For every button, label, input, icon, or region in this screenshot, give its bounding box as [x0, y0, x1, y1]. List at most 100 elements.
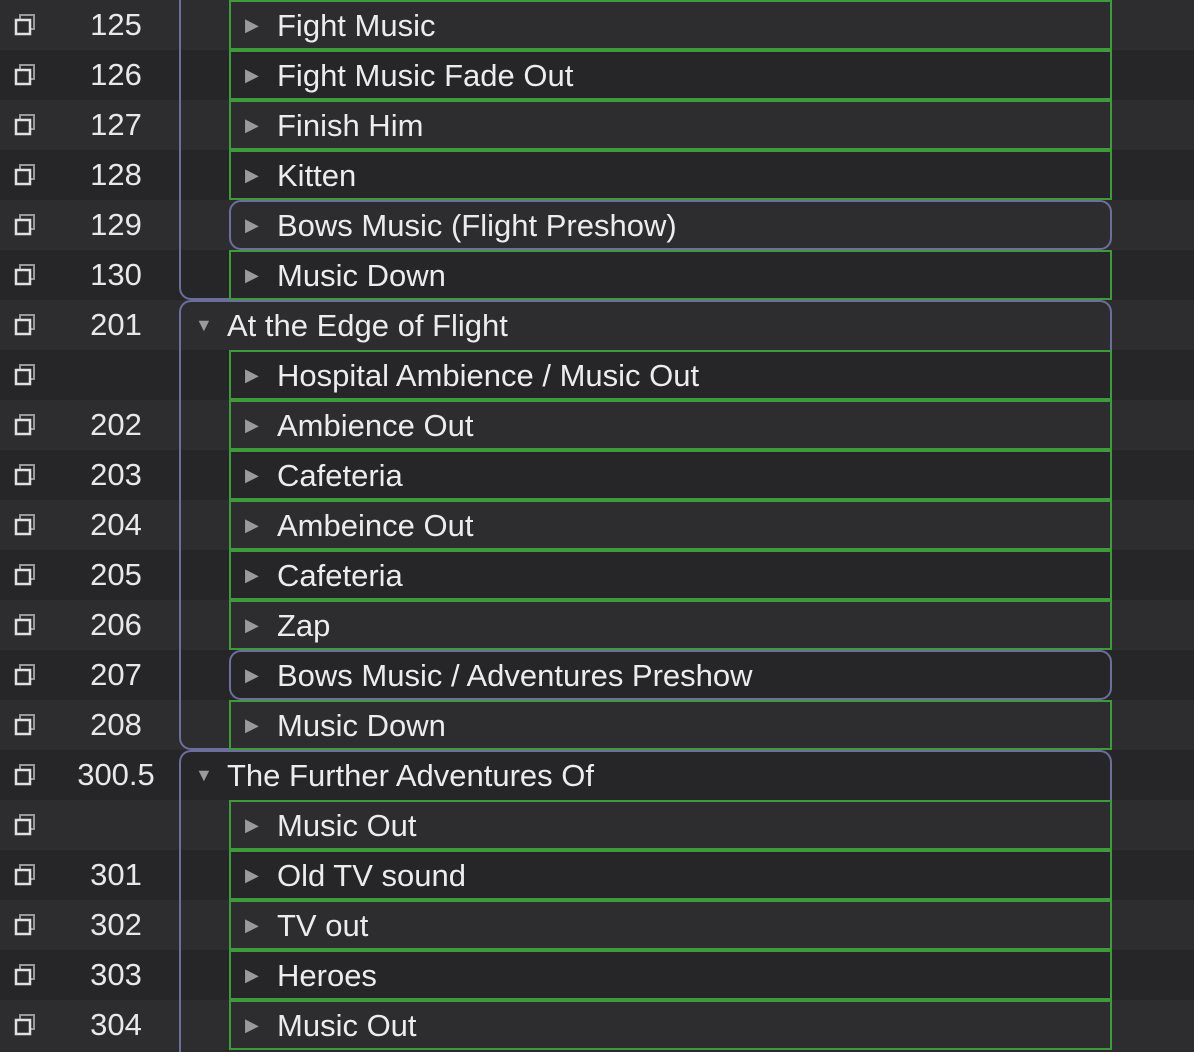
cue-item[interactable]: ▶ Kitten	[229, 150, 1112, 200]
cue-item[interactable]: ▶ Hospital Ambience / Music Out	[229, 350, 1112, 400]
cue-number[interactable]: 301	[60, 850, 172, 900]
cue-row[interactable]: 125 ▶ Fight Music	[0, 0, 1194, 50]
cue-name: Ambeince Out	[277, 508, 474, 543]
cue-row[interactable]: 301 ▶ Old TV sound	[0, 850, 1194, 900]
disclosure-collapsed-icon[interactable]: ▶	[245, 202, 259, 248]
disclosure-collapsed-icon[interactable]: ▶	[245, 352, 259, 398]
cue-row[interactable]: 203 ▶ Cafeteria	[0, 450, 1194, 500]
cue-number[interactable]: 201	[60, 300, 172, 350]
disclosure-collapsed-icon[interactable]: ▶	[245, 52, 259, 98]
disclosure-collapsed-icon[interactable]: ▶	[245, 502, 259, 548]
cue-number[interactable]: 126	[60, 50, 172, 100]
cue-row[interactable]: 303 ▶ Heroes	[0, 950, 1194, 1000]
cue-row[interactable]: 204 ▶ Ambeince Out	[0, 500, 1194, 550]
cue-row[interactable]: 205 ▶ Cafeteria	[0, 550, 1194, 600]
cue-number[interactable]: 128	[60, 150, 172, 200]
cue-number[interactable]	[60, 800, 172, 850]
group-cue-icon	[14, 514, 36, 536]
cue-row[interactable]: 300.5 ▼ The Further Adventures Of	[0, 750, 1194, 800]
cue-name: Music Out	[277, 808, 417, 843]
cue-number[interactable]: 302	[60, 900, 172, 950]
disclosure-collapsed-icon[interactable]: ▶	[245, 902, 259, 948]
cue-item[interactable]: ▶ Music Down	[229, 700, 1112, 750]
cue-number[interactable]: 205	[60, 550, 172, 600]
cue-row[interactable]: 206 ▶ Zap	[0, 600, 1194, 650]
group-cue-icon	[14, 964, 36, 986]
cue-row[interactable]: 304 ▶ Music Out	[0, 1000, 1194, 1050]
group-cue-icon	[14, 314, 36, 336]
cue-item[interactable]: ▶ Fight Music	[229, 0, 1112, 50]
group-cue-header[interactable]: ▼ At the Edge of Flight	[179, 300, 1112, 350]
disclosure-collapsed-icon[interactable]: ▶	[245, 1002, 259, 1048]
disclosure-collapsed-icon[interactable]: ▶	[245, 2, 259, 48]
cue-item[interactable]: ▶ Ambeince Out	[229, 500, 1112, 550]
group-cue-icon	[14, 14, 36, 36]
cue-name: Fight Music Fade Out	[277, 58, 574, 93]
cue-item[interactable]: ▶ Zap	[229, 600, 1112, 650]
disclosure-collapsed-icon[interactable]: ▶	[245, 852, 259, 898]
disclosure-collapsed-icon[interactable]: ▶	[245, 652, 259, 698]
cue-number[interactable]: 125	[60, 0, 172, 50]
cue-number[interactable]: 303	[60, 950, 172, 1000]
cue-number[interactable]: 129	[60, 200, 172, 250]
cue-row[interactable]: 208 ▶ Music Down	[0, 700, 1194, 750]
disclosure-collapsed-icon[interactable]: ▶	[245, 252, 259, 298]
disclosure-collapsed-icon[interactable]: ▶	[245, 802, 259, 848]
disclosure-expanded-icon[interactable]: ▼	[195, 752, 213, 798]
group-cue-icon	[14, 214, 36, 236]
disclosure-collapsed-icon[interactable]: ▶	[245, 552, 259, 598]
cue-row[interactable]: 201 ▼ At the Edge of Flight	[0, 300, 1194, 350]
cue-item[interactable]: ▶ Cafeteria	[229, 550, 1112, 600]
disclosure-collapsed-icon[interactable]: ▶	[245, 452, 259, 498]
cue-row[interactable]: ▶ Music Out	[0, 800, 1194, 850]
cue-row[interactable]: 128 ▶ Kitten	[0, 150, 1194, 200]
disclosure-collapsed-icon[interactable]: ▶	[245, 152, 259, 198]
cue-item[interactable]: ▶ Finish Him	[229, 100, 1112, 150]
cue-row[interactable]: 126 ▶ Fight Music Fade Out	[0, 50, 1194, 100]
disclosure-expanded-icon[interactable]: ▼	[195, 302, 213, 348]
cue-row[interactable]: ▶ Hospital Ambience / Music Out	[0, 350, 1194, 400]
cue-row[interactable]: 202 ▶ Ambience Out	[0, 400, 1194, 450]
cue-name: Kitten	[277, 158, 357, 193]
disclosure-collapsed-icon[interactable]: ▶	[245, 952, 259, 998]
cue-number[interactable]: 202	[60, 400, 172, 450]
cue-item[interactable]: ▶ Music Down	[229, 250, 1112, 300]
cue-number[interactable]: 208	[60, 700, 172, 750]
cue-item[interactable]: ▶ Music Out	[229, 800, 1112, 850]
cue-item[interactable]: ▶ Ambience Out	[229, 400, 1112, 450]
cue-number[interactable]: 204	[60, 500, 172, 550]
cue-row[interactable]: 129 ▶ Bows Music (Flight Preshow)	[0, 200, 1194, 250]
group-cue-icon	[14, 764, 36, 786]
cue-number[interactable]: 207	[60, 650, 172, 700]
group-cue-icon	[14, 1014, 36, 1036]
disclosure-collapsed-icon[interactable]: ▶	[245, 702, 259, 748]
cue-name: Cafeteria	[277, 558, 403, 593]
cue-item[interactable]: ▶ Heroes	[229, 950, 1112, 1000]
cue-item[interactable]: ▶ TV out	[229, 900, 1112, 950]
group-cue-icon	[14, 864, 36, 886]
cue-row[interactable]: 207 ▶ Bows Music / Adventures Preshow	[0, 650, 1194, 700]
cue-number[interactable]	[60, 350, 172, 400]
cue-number[interactable]: 206	[60, 600, 172, 650]
cue-number[interactable]: 203	[60, 450, 172, 500]
cue-name: Music Down	[277, 258, 446, 293]
cue-number[interactable]: 300.5	[60, 750, 172, 800]
cue-item[interactable]: ▶ Old TV sound	[229, 850, 1112, 900]
cue-number[interactable]: 304	[60, 1000, 172, 1050]
cue-row[interactable]: 302 ▶ TV out	[0, 900, 1194, 950]
cue-item[interactable]: ▶ Fight Music Fade Out	[229, 50, 1112, 100]
disclosure-collapsed-icon[interactable]: ▶	[245, 102, 259, 148]
disclosure-collapsed-icon[interactable]: ▶	[245, 602, 259, 648]
cue-number[interactable]: 127	[60, 100, 172, 150]
cue-row[interactable]: 127 ▶ Finish Him	[0, 100, 1194, 150]
cue-item[interactable]: ▶ Cafeteria	[229, 450, 1112, 500]
cue-item[interactable]: ▶ Music Out	[229, 1000, 1112, 1050]
disclosure-collapsed-icon[interactable]: ▶	[245, 402, 259, 448]
nested-group-cue[interactable]: ▶ Bows Music / Adventures Preshow	[229, 650, 1112, 700]
cue-name: Music Down	[277, 708, 446, 743]
cue-name: Ambience Out	[277, 408, 474, 443]
group-cue-header[interactable]: ▼ The Further Adventures Of	[179, 750, 1112, 800]
cue-row[interactable]: 130 ▶ Music Down	[0, 250, 1194, 300]
cue-number[interactable]: 130	[60, 250, 172, 300]
nested-group-cue[interactable]: ▶ Bows Music (Flight Preshow)	[229, 200, 1112, 250]
